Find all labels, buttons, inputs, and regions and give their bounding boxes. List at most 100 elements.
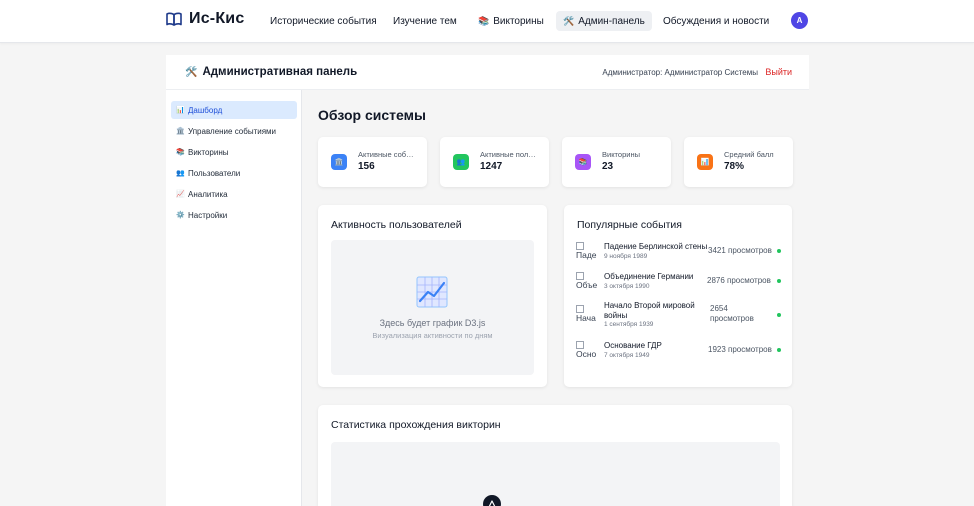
sidebar-item-label: Викторины xyxy=(188,147,229,157)
placeholder-title: Здесь будет график D3.js xyxy=(379,318,486,328)
popular-events-card: Популярные события Паде Падение Берлинск… xyxy=(564,205,792,387)
list-item[interactable]: Осно Основание ГДР 7 октября 1949 1923 п… xyxy=(576,339,781,367)
sidebar-item-analytics[interactable]: 📈 Аналитика xyxy=(171,185,297,203)
sidebar-item-label: Аналитика xyxy=(188,189,228,199)
status-dot xyxy=(777,313,781,317)
user-avatar[interactable]: A xyxy=(791,12,808,29)
event-thumbnail-alt: Осно xyxy=(576,349,597,359)
list-item[interactable]: Паде Падение Берлинской стены 9 ноября 1… xyxy=(576,240,781,268)
nav-label: Админ-панель xyxy=(578,15,645,27)
stat-label: Средний балл xyxy=(724,150,774,159)
event-date: 9 ноября 1989 xyxy=(604,253,648,260)
sidebar-item-label: Настройки xyxy=(188,210,228,220)
stat-label: Активные события xyxy=(358,150,416,159)
sidebar: 📊 Дашборд 🏛️ Управление событиями 📚 Викт… xyxy=(166,90,302,506)
event-thumbnail-alt: Объе xyxy=(576,280,598,290)
stat-label: Викторины xyxy=(602,150,640,159)
chart-icon: 📊 xyxy=(176,107,185,114)
stat-value: 23 xyxy=(602,161,614,172)
sidebar-item-users[interactable]: 👥 Пользователи xyxy=(171,164,297,182)
stat-card-average-score: 📊 Средний балл 78% xyxy=(684,137,793,187)
card-title: Популярные события xyxy=(577,219,682,231)
stat-value: 1247 xyxy=(480,161,503,172)
event-views: 2876 просмотров xyxy=(707,276,771,285)
stat-label: Активные пользователи xyxy=(480,150,538,159)
admin-user-label: Администратор: Администратор Системы xyxy=(602,68,758,77)
nav-admin-panel[interactable]: 🛠️ Админ-панель xyxy=(556,11,652,31)
sidebar-item-label: Управление событиями xyxy=(188,126,276,136)
nav-label: Исторические события xyxy=(270,15,377,27)
placeholder-subtitle: Визуализация активности по дням xyxy=(372,331,493,340)
sidebar-item-events[interactable]: 🏛️ Управление событиями xyxy=(171,122,297,140)
activity-card: Активность пользователей Здесь будет гра… xyxy=(318,205,547,387)
stat-card-users: 👥 Активные пользователи 1247 xyxy=(440,137,549,187)
event-thumbnail: Нача xyxy=(576,303,600,325)
nav-historical-events[interactable]: Исторические события xyxy=(263,11,384,31)
chart-icon: 📊 xyxy=(697,154,713,170)
event-name: Падение Берлинской стены xyxy=(604,242,708,251)
admin-title-text: Административная панель xyxy=(202,66,358,78)
quiz-chart-icon xyxy=(483,495,501,506)
event-thumbnail-alt: Нача xyxy=(576,313,596,323)
nav-label: Изучение тем xyxy=(393,15,457,27)
nav-discussions[interactable]: Обсуждения и новости xyxy=(656,11,776,31)
status-dot xyxy=(777,348,781,352)
event-thumbnail: Осно xyxy=(576,339,600,361)
sidebar-item-label: Пользователи xyxy=(188,168,241,178)
nav-quizzes[interactable]: 📚 Викторины xyxy=(471,11,551,31)
nav-label: Викторины xyxy=(493,15,544,27)
event-name: Начало Второй мировой войны xyxy=(604,301,695,320)
status-dot xyxy=(777,279,781,283)
event-thumbnail: Объе xyxy=(576,270,600,292)
broken-image-icon xyxy=(576,304,584,313)
event-views: 2654 просмотров xyxy=(710,304,754,323)
sidebar-item-settings[interactable]: ⚙️ Настройки xyxy=(171,206,297,224)
tools-icon: 🛠️ xyxy=(185,66,198,78)
chart-placeholder: Здесь будет график D3.js Визуализация ак… xyxy=(331,240,534,375)
stat-card-events: 🏛️ Активные события 156 xyxy=(318,137,427,187)
logo-text: Ис-Кис xyxy=(189,10,245,27)
admin-header: 🛠️ Административная панель Администратор… xyxy=(166,55,809,90)
books-icon: 📚 xyxy=(575,154,591,170)
stat-card-quizzes: 📚 Викторины 23 xyxy=(562,137,671,187)
broken-image-icon xyxy=(576,241,584,250)
books-icon: 📚 xyxy=(478,15,490,26)
logo[interactable]: Ис-Кис xyxy=(166,10,244,28)
tools-icon: 🛠️ xyxy=(563,15,575,26)
event-views: 1923 просмотров xyxy=(708,345,772,354)
event-name: Объединение Германии xyxy=(604,272,694,281)
quiz-stats-card: Статистика прохождения викторин xyxy=(318,405,792,506)
event-name: Основание ГДР xyxy=(604,341,662,350)
list-item[interactable]: Объе Объединение Германии 3 октября 1990… xyxy=(576,270,781,298)
sidebar-item-dashboard[interactable]: 📊 Дашборд xyxy=(171,101,297,119)
quiz-chart-area xyxy=(331,442,780,506)
users-icon: 👥 xyxy=(453,154,469,170)
page-title: Обзор системы xyxy=(318,107,426,123)
sidebar-item-quizzes[interactable]: 📚 Викторины xyxy=(171,143,297,161)
building-icon: 🏛️ xyxy=(176,128,185,135)
admin-title: 🛠️ Административная панель xyxy=(185,66,357,78)
event-thumbnail: Паде xyxy=(576,240,600,262)
users-icon: 👥 xyxy=(176,170,185,177)
event-date: 1 сентября 1939 xyxy=(604,321,654,328)
line-chart-icon xyxy=(416,276,448,313)
event-views: 3421 просмотров xyxy=(708,246,772,255)
logout-link[interactable]: Выйти xyxy=(765,67,792,77)
sidebar-item-label: Дашборд xyxy=(188,105,223,115)
event-date: 7 октября 1949 xyxy=(604,352,650,359)
stat-value: 78% xyxy=(724,161,745,172)
nav-label: Обсуждения и новости xyxy=(663,15,770,27)
stat-value: 156 xyxy=(358,161,375,172)
list-item[interactable]: Нача Начало Второй мировой войны 1 сентя… xyxy=(576,301,781,331)
book-icon xyxy=(166,12,182,26)
trend-icon: 📈 xyxy=(176,191,185,198)
top-navbar: Ис-Кис Исторические события Изучение тем… xyxy=(0,0,974,43)
status-dot xyxy=(777,249,781,253)
nav-topics[interactable]: Изучение тем xyxy=(386,11,464,31)
gear-icon: ⚙️ xyxy=(176,212,185,219)
event-thumbnail-alt: Паде xyxy=(576,250,597,260)
event-date: 3 октября 1990 xyxy=(604,283,650,290)
card-title: Статистика прохождения викторин xyxy=(331,419,501,431)
broken-image-icon xyxy=(576,340,584,349)
building-icon: 🏛️ xyxy=(331,154,347,170)
